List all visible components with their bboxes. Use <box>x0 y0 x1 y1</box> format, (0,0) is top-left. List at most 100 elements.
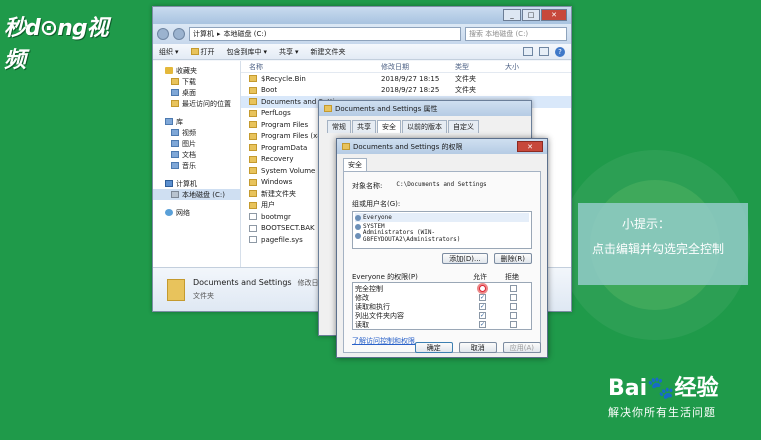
allow-read-checkbox[interactable] <box>479 321 486 328</box>
file-name: Recovery <box>261 155 294 164</box>
allow-list-folder-checkbox[interactable] <box>479 312 486 319</box>
permissions-header: Everyone 的权限(P) 允许 拒绝 <box>352 272 532 282</box>
user-item-administrators[interactable]: Administrators (WIN-G8FEYDOUTA2\Administ… <box>355 229 529 243</box>
deny-read-checkbox[interactable] <box>510 321 517 328</box>
close-button[interactable]: ✕ <box>541 9 567 21</box>
open-icon <box>190 48 199 55</box>
remove-button[interactable]: 删除(R) <box>493 253 532 264</box>
folder-icon <box>342 143 350 150</box>
tab-security[interactable]: 安全 <box>343 158 367 171</box>
tab-customize[interactable]: 自定义 <box>448 120 479 133</box>
object-name-label: 对象名称: <box>352 182 383 190</box>
file-name: 用户 <box>261 201 275 210</box>
allow-read-execute-checkbox[interactable] <box>479 303 486 310</box>
folder-icon <box>249 190 257 198</box>
tip-text: 点击编辑并勾选完全控制 <box>592 242 725 256</box>
nav-downloads[interactable]: 下载 <box>153 76 240 87</box>
user-icon <box>355 232 361 239</box>
folder-icon <box>171 78 179 85</box>
permission-row-read: 读取 <box>355 320 529 329</box>
nav-recent[interactable]: 最近访问的位置 <box>153 98 240 109</box>
video-icon <box>171 129 179 136</box>
back-button[interactable] <box>157 28 169 40</box>
organize-label: 组织 <box>159 47 173 56</box>
deny-full-control-checkbox[interactable] <box>510 285 517 292</box>
user-icon <box>355 223 361 230</box>
allow-header: 允许 <box>473 273 487 281</box>
deny-modify-checkbox[interactable] <box>510 294 517 301</box>
cancel-button[interactable]: 取消 <box>458 342 497 353</box>
star-icon <box>165 67 173 74</box>
breadcrumb-drive[interactable]: 本地磁盘 (C:) <box>224 29 267 39</box>
search-input[interactable]: 搜索 本地磁盘 (C:) <box>465 27 567 41</box>
address-input[interactable]: 计算机 ▸ 本地磁盘 (C:) <box>189 27 461 41</box>
folder-icon <box>249 109 257 117</box>
folder-icon <box>249 144 257 152</box>
tab-previous-versions[interactable]: 以前的版本 <box>402 120 447 133</box>
add-button[interactable]: 添加(D)... <box>442 253 488 264</box>
preview-pane-icon[interactable] <box>539 46 549 56</box>
nav-network[interactable]: 网络 <box>153 207 240 218</box>
file-row[interactable]: Boot 2018/9/27 18:25 文件夹 <box>241 85 571 97</box>
column-header-date[interactable]: 修改日期 <box>381 62 455 72</box>
nav-favorites[interactable]: 收藏夹 <box>153 65 240 76</box>
forward-button[interactable] <box>173 28 185 40</box>
tab-general[interactable]: 常规 <box>327 120 351 133</box>
nav-music[interactable]: 音乐 <box>153 160 240 171</box>
open-button[interactable]: 打开 <box>190 47 215 57</box>
share-button[interactable]: 共享 ▾ <box>279 47 299 57</box>
deny-list-folder-checkbox[interactable] <box>510 312 517 319</box>
search-placeholder: 搜索 本地磁盘 (C:) <box>469 30 529 38</box>
object-name-value: C:\Documents and Settings <box>396 181 487 188</box>
column-header-type[interactable]: 类型 <box>455 62 505 72</box>
column-header-size[interactable]: 大小 <box>505 62 545 72</box>
baidu-logo: Bai🐾经验 解决你所有生活问题 <box>608 370 719 420</box>
nav-pictures[interactable]: 图片 <box>153 138 240 149</box>
file-name: PerfLogs <box>261 109 291 118</box>
breadcrumb-computer[interactable]: 计算机 <box>193 29 214 39</box>
nav-computer-label: 计算机 <box>176 179 197 188</box>
nav-documents[interactable]: 文档 <box>153 149 240 160</box>
maximize-button[interactable]: □ <box>522 9 540 21</box>
include-label: 包含到库中 <box>226 47 262 56</box>
nav-favorites-label: 收藏夹 <box>176 66 197 75</box>
chevron-down-icon: ▾ <box>263 47 268 56</box>
deny-header: 拒绝 <box>505 273 519 281</box>
tip-title: 小提示： <box>622 217 671 231</box>
file-icon <box>249 236 257 244</box>
nav-computer[interactable]: 计算机 <box>153 178 240 189</box>
folder-icon <box>249 132 257 140</box>
help-icon[interactable]: ? <box>555 46 565 57</box>
ok-button[interactable]: 确定 <box>414 342 453 353</box>
folder-icon <box>167 278 185 301</box>
new-folder-button[interactable]: 新建文件夹 <box>311 47 346 57</box>
include-in-library-button[interactable]: 包含到库中 ▾ <box>227 47 268 57</box>
organize-button[interactable]: 组织 ▾ <box>159 47 179 57</box>
tab-sharing[interactable]: 共享 <box>352 120 376 133</box>
file-row[interactable]: $Recycle.Bin 2018/9/27 18:15 文件夹 <box>241 73 571 85</box>
view-options-icon[interactable] <box>523 46 533 56</box>
permissions-dialog: Documents and Settings 的权限 ✕ 安全 对象名称: C:… <box>336 138 548 358</box>
picture-icon <box>171 140 179 147</box>
file-icon <box>249 224 257 232</box>
close-button[interactable]: ✕ <box>517 141 543 152</box>
allow-full-control-checkbox[interactable] <box>479 285 486 292</box>
user-item-everyone[interactable]: Everyone <box>355 213 529 222</box>
folder-icon <box>249 167 257 175</box>
nav-local-disk[interactable]: 本地磁盘 (C:) <box>153 189 240 200</box>
nav-libraries[interactable]: 库 <box>153 116 240 127</box>
permissions-title: Documents and Settings 的权限 <box>353 142 463 151</box>
nav-desktop[interactable]: 桌面 <box>153 87 240 98</box>
nav-libraries-label: 库 <box>176 117 183 126</box>
network-icon <box>165 209 173 216</box>
apply-button[interactable]: 应用(A) <box>502 342 541 353</box>
allow-modify-checkbox[interactable] <box>479 294 486 301</box>
column-header-name[interactable]: 名称 <box>241 62 381 72</box>
tab-security[interactable]: 安全 <box>377 120 401 133</box>
chevron-down-icon: ▾ <box>175 47 179 56</box>
minimize-button[interactable]: _ <box>503 9 521 21</box>
file-name: BOOTSECT.BAK <box>261 224 315 233</box>
deny-read-execute-checkbox[interactable] <box>510 303 517 310</box>
open-label: 打开 <box>200 47 215 56</box>
nav-videos[interactable]: 视频 <box>153 127 240 138</box>
